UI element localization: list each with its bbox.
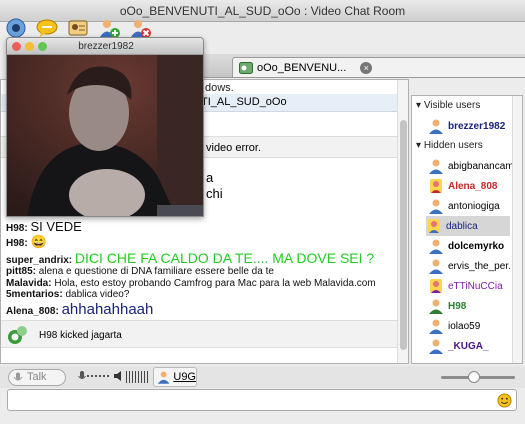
room-icon — [239, 61, 253, 74]
user-u9g-label: U9G — [173, 371, 196, 383]
room-name-text: TI_AL_SUD_oOo — [201, 96, 287, 108]
user-name: iolao59 — [448, 320, 481, 332]
message-nick[interactable]: H98: — [6, 238, 28, 249]
smiley-icon[interactable] — [497, 393, 512, 408]
message-nick[interactable]: 5mentarios: — [6, 289, 63, 300]
volume-slider-knob[interactable] — [468, 371, 480, 383]
user-name: Alena_808 — [448, 180, 498, 192]
message-fragment: a — [206, 170, 214, 185]
message-text: alena e questione di DNA familiare esser… — [38, 266, 274, 278]
message-text: ahhahahhaah — [61, 300, 154, 318]
message-fragment: chi — [206, 186, 223, 201]
user-item[interactable]: iolao59 — [428, 316, 512, 336]
message-nick[interactable]: Malavida: — [6, 278, 52, 289]
mic-level-indicator — [87, 375, 109, 377]
video-username: brezzer1982 — [78, 41, 134, 52]
scrollbar-thumb[interactable] — [400, 120, 407, 350]
microphone-icon — [13, 372, 23, 381]
error-text: video error. — [206, 142, 262, 154]
person-icon — [429, 239, 443, 254]
visible-users-header[interactable]: ▾ Visible users — [416, 100, 480, 111]
user-item[interactable]: H98 — [428, 296, 512, 316]
chat-message: super_andrix: DICI CHE FA CALDO DA TE...… — [6, 250, 396, 267]
message-list: H98: SI VEDE H98: 😄 super_andrix: DICI C… — [6, 219, 396, 318]
smiley-emoticon: 😄 — [30, 233, 47, 249]
chat-message: Malavida: Hola, esto estoy probando Camf… — [6, 278, 396, 290]
user-list: ▾ Visible users brezzer1982 ▾ Hidden use… — [411, 95, 523, 364]
chat-message: H98: SI VEDE — [6, 219, 396, 235]
user-item[interactable]: antoniogiga — [428, 196, 512, 216]
message-input[interactable] — [12, 393, 492, 407]
person-icon — [429, 319, 443, 334]
user-item[interactable]: ervis_the_per. — [428, 256, 512, 276]
user-item[interactable]: Alena_808 — [428, 176, 512, 196]
person-icon — [429, 259, 443, 274]
user-list-scrollbar[interactable] — [512, 96, 522, 363]
user-name: abigbanancam — [448, 160, 512, 172]
kick-notice: H98 kicked jagarta — [1, 320, 397, 348]
user-item-selected[interactable]: dablica — [426, 216, 510, 236]
chat-message: H98: 😄 — [6, 233, 396, 250]
tab-room[interactable]: oOo_BENVENU... × — [232, 57, 525, 77]
talk-button[interactable]: Talk — [8, 369, 66, 386]
person-icon — [157, 371, 170, 384]
user-item[interactable]: dolcemyrko — [428, 236, 512, 256]
person-icon — [429, 159, 443, 174]
person-icon — [430, 279, 442, 293]
video-window[interactable]: brezzer1982 — [6, 37, 204, 217]
hidden-users-header[interactable]: ▾ Hidden users — [416, 140, 483, 151]
chat-message: Alena_808: ahhahahhaah — [6, 301, 396, 318]
video-title-bar[interactable]: brezzer1982 — [7, 38, 203, 55]
kick-text: H98 kicked jagarta — [39, 330, 122, 341]
user-item[interactable]: abigbanancam — [428, 156, 512, 176]
tab-label: oOo_BENVENU... — [257, 61, 347, 74]
person-icon — [429, 119, 443, 134]
person-icon — [429, 199, 443, 214]
person-icon — [429, 299, 443, 314]
mic-level-icon — [78, 371, 86, 379]
message-text: DICI CHE FA CALDO DA TE.... MA DOVE SEI … — [74, 249, 375, 266]
user-item[interactable]: brezzer1982 — [428, 116, 512, 136]
user-name: brezzer1982 — [448, 120, 506, 132]
message-input-box — [7, 389, 517, 411]
message-text: SI VEDE — [30, 219, 82, 234]
user-item[interactable]: _KUGA_ — [428, 336, 512, 356]
person-icon — [429, 339, 443, 354]
user-name: ervis_the_per. — [448, 260, 511, 272]
user-name: dolcemyrko — [448, 240, 505, 252]
message-nick[interactable]: Alena_808: — [6, 306, 59, 317]
speaker-icon — [114, 371, 121, 381]
chat-message: pitt85: alena e questione di DNA familia… — [6, 266, 396, 278]
message-text: Hola, esto estoy probando Camfrog para M… — [54, 277, 376, 289]
message-nick[interactable]: H98: — [6, 223, 28, 234]
user-name: eTTiNuCCia — [448, 280, 503, 292]
kick-icon — [8, 326, 27, 344]
volume-meter — [126, 371, 150, 383]
user-u9g-button[interactable]: U9G — [153, 367, 197, 387]
user-item[interactable]: eTTiNuCCia — [428, 276, 512, 296]
audio-controls: Talk U9G — [0, 366, 525, 388]
person-icon — [430, 179, 442, 193]
chat-scrollbar[interactable] — [397, 80, 408, 363]
person-icon — [428, 219, 440, 233]
user-name: _KUGA_ — [448, 340, 489, 352]
webcam-feed — [7, 55, 203, 216]
tab-bar: oOo_BENVENU... × — [204, 54, 525, 78]
notice-text: dows. — [205, 82, 234, 94]
chat-message: 5mentarios: dablica video? — [6, 289, 396, 301]
user-name: H98 — [448, 300, 467, 312]
close-icon[interactable]: × — [360, 61, 373, 74]
message-text: dablica video? — [65, 289, 130, 301]
app-window: oOo_BENVENUTI_AL_SUD_oOo : Video Chat Ro… — [0, 0, 525, 424]
user-name: dablica — [446, 220, 478, 232]
talk-label: Talk — [27, 371, 47, 383]
message-nick[interactable]: pitt85: — [6, 266, 36, 277]
user-name: antoniogiga — [448, 200, 500, 212]
message-nick[interactable]: super_andrix: — [6, 255, 72, 266]
